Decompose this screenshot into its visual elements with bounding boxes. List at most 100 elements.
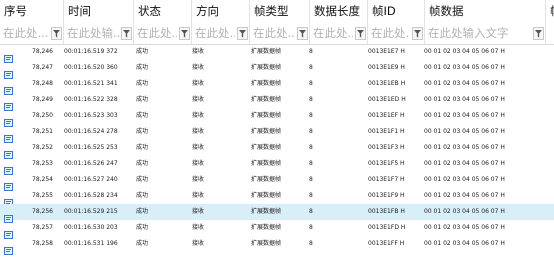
cell-ftype: 扩展数据帧 xyxy=(251,144,282,151)
cell-dir: 接收 xyxy=(192,192,205,199)
column-divider[interactable] xyxy=(249,0,250,44)
column-divider[interactable] xyxy=(63,0,64,44)
cell-dlen: 8 xyxy=(309,64,313,71)
cell-ftype: 扩展数据帧 xyxy=(251,160,282,167)
cell-fid: 0013E1FF H xyxy=(368,240,405,247)
filter-placeholder: 在此处... xyxy=(371,26,410,40)
cell-dir: 接收 xyxy=(192,64,205,71)
table-row[interactable]: 78,255 00:01:16.528 234 成功 接收 扩展数据帧 8 0013E1F9… xyxy=(0,188,554,207)
cell-time: 00:01:16.522 328 xyxy=(64,96,118,103)
cell-status: 成功 xyxy=(136,176,149,183)
message-row-icon xyxy=(4,240,13,255)
column-divider[interactable] xyxy=(424,0,425,44)
table-row[interactable]: 78,250 00:01:16.523 303 成功 接收 扩展数据帧 8 0013E1EF… xyxy=(0,108,554,127)
cell-seq: 78,246 xyxy=(32,48,53,55)
filter-funnel-icon[interactable] xyxy=(179,27,190,40)
column-header-time[interactable]: 时间 xyxy=(64,0,134,23)
cell-seq: 78,255 xyxy=(32,192,53,199)
cell-time: 00:01:16.519 372 xyxy=(64,48,118,55)
filter-funnel-icon[interactable] xyxy=(412,27,423,40)
cell-seq: 78,254 xyxy=(32,176,53,183)
cell-ftype: 扩展数据帧 xyxy=(251,224,282,231)
column-divider[interactable] xyxy=(367,0,368,44)
cell-dlen: 8 xyxy=(309,208,313,215)
message-row-icon xyxy=(4,128,13,143)
cell-fid: 0013E1FB H xyxy=(368,208,405,215)
filter-field-dlen[interactable]: 在此处... xyxy=(310,24,368,43)
column-divider[interactable] xyxy=(191,0,192,44)
cell-fdata: 00 01 02 03 04 05 06 07 H xyxy=(424,96,505,103)
cell-dir: 接收 xyxy=(192,208,205,215)
filter-field-status[interactable]: 在此处... xyxy=(134,24,192,43)
cell-ftype: 扩展数据帧 xyxy=(251,96,282,103)
column-header-dlen[interactable]: 数据长度 xyxy=(310,0,368,23)
cell-fid: 0013E1EF H xyxy=(368,112,405,119)
cell-fdata: 00 01 02 03 04 05 06 07 H xyxy=(424,144,505,151)
table-row[interactable]: 78,257 00:01:16.530 203 成功 接收 扩展数据帧 8 0013E1FD… xyxy=(0,220,554,239)
cell-dlen: 8 xyxy=(309,112,313,119)
cell-fid: 0013E1F5 H xyxy=(368,160,405,167)
table-row[interactable]: 78,253 00:01:16.526 247 成功 接收 扩展数据帧 8 0013E1F5… xyxy=(0,156,554,175)
column-header-fid[interactable]: 帧ID xyxy=(368,0,425,23)
table-row[interactable]: 78,246 00:01:16.519 372 成功 接收 扩展数据帧 8 0013E1E7… xyxy=(0,44,554,63)
filter-field-dir[interactable]: 在此处... xyxy=(192,24,250,43)
cell-fid: 0013E1E9 H xyxy=(368,64,405,71)
cell-seq: 78,248 xyxy=(32,80,53,87)
message-row-icon xyxy=(4,176,13,191)
cell-time: 00:01:16.527 240 xyxy=(64,176,118,183)
cell-fid: 0013E1FD H xyxy=(368,224,406,231)
cell-dir: 接收 xyxy=(192,96,205,103)
cell-seq: 78,249 xyxy=(32,96,53,103)
filter-funnel-icon[interactable] xyxy=(355,27,366,40)
column-header-ftype[interactable]: 帧类型 xyxy=(250,0,310,23)
grid-body: 78,246 00:01:16.519 372 成功 接收 扩展数据帧 8 0013E1E7… xyxy=(0,44,554,259)
column-divider[interactable] xyxy=(545,0,546,44)
table-row[interactable]: 78,247 00:01:16.520 360 成功 接收 扩展数据帧 8 0013E1E9… xyxy=(0,60,554,79)
filter-funnel-icon[interactable] xyxy=(297,27,308,40)
cell-dir: 接收 xyxy=(192,240,205,247)
cell-dlen: 8 xyxy=(309,128,313,135)
cell-status: 成功 xyxy=(136,80,149,87)
filter-field-ftype[interactable]: 在此处... xyxy=(250,24,310,43)
filter-funnel-icon[interactable] xyxy=(51,27,62,40)
message-row-icon xyxy=(4,224,13,239)
column-header-fdata[interactable]: 帧数据 xyxy=(425,0,546,23)
filter-funnel-icon[interactable] xyxy=(121,27,132,40)
cell-time: 00:01:16.525 253 xyxy=(64,144,118,151)
column-divider[interactable] xyxy=(309,0,310,44)
table-row[interactable]: 78,258 00:01:16.531 196 成功 接收 扩展数据帧 8 0013E1FF… xyxy=(0,236,554,255)
filter-field-seq[interactable]: 在此处... xyxy=(0,24,64,43)
message-row-icon xyxy=(4,208,13,223)
column-header-seq[interactable]: 序号 xyxy=(0,0,64,23)
message-row-icon xyxy=(4,64,13,79)
cell-dlen: 8 xyxy=(309,224,313,231)
cell-status: 成功 xyxy=(136,96,149,103)
cell-fid: 0013E1F3 H xyxy=(368,144,405,151)
table-row[interactable]: 78,248 00:01:16.521 341 成功 接收 扩展数据帧 8 0013E1EB… xyxy=(0,76,554,95)
column-header-row: 序号时间状态方向帧类型数据长度帧ID帧数据帧 xyxy=(0,0,554,24)
table-row-selected[interactable]: 78,256 00:01:16.529 215 成功 接收 扩展数据帧 8 0013E1FB… xyxy=(0,204,554,223)
table-row[interactable]: 78,254 00:01:16.527 240 成功 接收 扩展数据帧 8 0013E1F7… xyxy=(0,172,554,191)
cell-fdata: 00 01 02 03 04 05 06 07 H xyxy=(424,80,505,87)
table-row[interactable]: 78,251 00:01:16.524 278 成功 接收 扩展数据帧 8 0013E1F1… xyxy=(0,124,554,143)
column-header-status[interactable]: 状态 xyxy=(134,0,192,23)
message-row-icon xyxy=(4,48,13,63)
filter-field-fid[interactable]: 在此处... xyxy=(368,24,425,43)
filter-field-fdata[interactable]: 在此处输入文字 xyxy=(425,24,546,43)
filter-funnel-icon[interactable] xyxy=(237,27,248,40)
cell-dlen: 8 xyxy=(309,80,313,87)
cell-dir: 接收 xyxy=(192,144,205,151)
cell-ftype: 扩展数据帧 xyxy=(251,64,282,71)
cell-dlen: 8 xyxy=(309,48,313,55)
cell-dir: 接收 xyxy=(192,48,205,55)
cell-fid: 0013E1E7 H xyxy=(368,48,405,55)
column-divider[interactable] xyxy=(133,0,134,44)
filter-field-time[interactable]: 在此处输... xyxy=(64,24,134,43)
column-header-dir[interactable]: 方向 xyxy=(192,0,250,23)
table-row[interactable]: 78,249 00:01:16.522 328 成功 接收 扩展数据帧 8 0013E1ED… xyxy=(0,92,554,111)
table-row[interactable]: 78,252 00:01:16.525 253 成功 接收 扩展数据帧 8 0013E1F3… xyxy=(0,140,554,159)
filter-placeholder: 在此处... xyxy=(253,26,295,40)
filter-funnel-icon[interactable] xyxy=(533,27,544,40)
cell-status: 成功 xyxy=(136,224,149,231)
column-header-extra[interactable]: 帧 xyxy=(546,0,554,23)
